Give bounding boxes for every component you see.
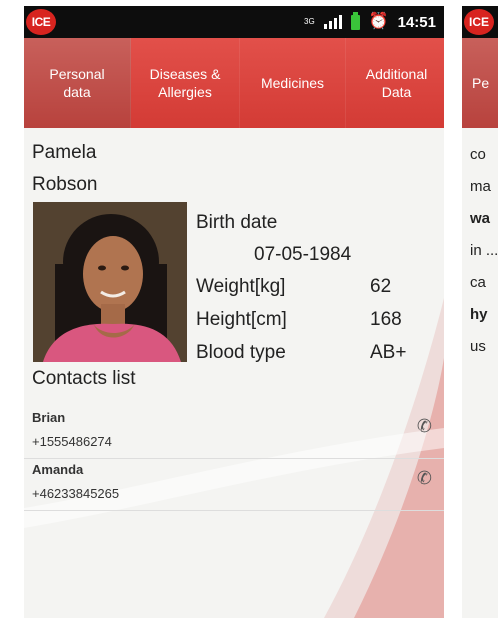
text-fragment: co: [470, 146, 486, 163]
contact-name: Brian: [32, 410, 66, 425]
tab-label-line2: Allergies: [158, 84, 212, 100]
status-bar: ICE: [462, 6, 498, 38]
tab-label-line2: Data: [381, 84, 412, 100]
birth-date-value: 07-05-1984: [254, 244, 352, 265]
status-icons: 3G ⏰ 14:51: [304, 6, 436, 38]
tab-label-line1: Diseases &: [149, 66, 221, 82]
tab-label-line1: Medicines: [260, 75, 325, 91]
alarm-clock-icon: ⏰: [368, 13, 389, 30]
tab-label-line2: data: [63, 84, 91, 100]
phone-icon[interactable]: ✆: [417, 468, 432, 489]
weight-label: Weight[kg]: [196, 276, 286, 297]
text-fragment: ca: [470, 274, 486, 291]
tab-additional-data[interactable]: Additional Data: [346, 38, 444, 128]
contact-phone-number: +1555486274: [32, 434, 112, 449]
tab-personal-data[interactable]: Pe: [462, 38, 498, 128]
tab-personal-data[interactable]: Personal data: [24, 38, 131, 128]
text-fragment: us: [470, 338, 486, 355]
second-phone-screen: ICE Pe co ma wa in ... ca hy us: [462, 6, 498, 618]
network-type-icon: 3G: [304, 17, 315, 26]
ice-app-icon: ICE: [26, 9, 56, 35]
tab-diseases-allergies[interactable]: Diseases & Allergies: [131, 38, 240, 128]
height-label: Height[cm]: [196, 309, 287, 330]
blood-type-value: AB+: [370, 342, 407, 363]
status-time: 14:51: [397, 13, 436, 31]
contact-divider: [24, 510, 444, 511]
phone-icon[interactable]: ✆: [417, 416, 432, 437]
tab-bar: Personal data Diseases & Allergies Medicin…: [24, 38, 444, 128]
weight-value: 62: [370, 276, 392, 297]
battery-icon: [350, 11, 360, 30]
tab-label-line1: Personal: [49, 66, 105, 82]
contact-phone-number: +46233845265: [32, 486, 120, 501]
contact-divider: [24, 458, 444, 459]
status-bar: ICE 3G ⏰ 14:51: [24, 6, 444, 38]
tab-label-line1: Additional: [365, 66, 428, 82]
last-name: Robson: [32, 174, 98, 195]
blood-type-label: Blood type: [196, 342, 286, 363]
text-fragment: wa: [470, 210, 491, 227]
contact-row[interactable]: Amanda +46233845265 ✆: [24, 460, 444, 512]
text-fragment: ma: [470, 178, 491, 195]
tab-medicines[interactable]: Medicines: [240, 38, 346, 128]
ice-app-icon: ICE: [464, 9, 494, 35]
text-fragment: in ...: [470, 242, 498, 259]
phone-screen: ICE 3G ⏰ 14:51 Personal data Diseases & Al…: [24, 6, 444, 618]
profile-photo: [33, 202, 187, 362]
first-name: Pamela: [32, 142, 97, 163]
signal-strength-icon: [323, 15, 342, 29]
tab-label: Pe: [472, 75, 490, 91]
contacts-list-title: Contacts list: [32, 368, 136, 389]
contact-row[interactable]: Brian +1555486274 ✆: [24, 408, 444, 460]
birth-date-label: Birth date: [196, 212, 278, 233]
personal-data-panel: Pamela Robson Birth date 07-05-1984 Weig…: [24, 128, 444, 618]
text-fragment: hy: [470, 306, 488, 323]
height-value: 168: [370, 309, 402, 330]
contact-name: Amanda: [32, 462, 84, 477]
